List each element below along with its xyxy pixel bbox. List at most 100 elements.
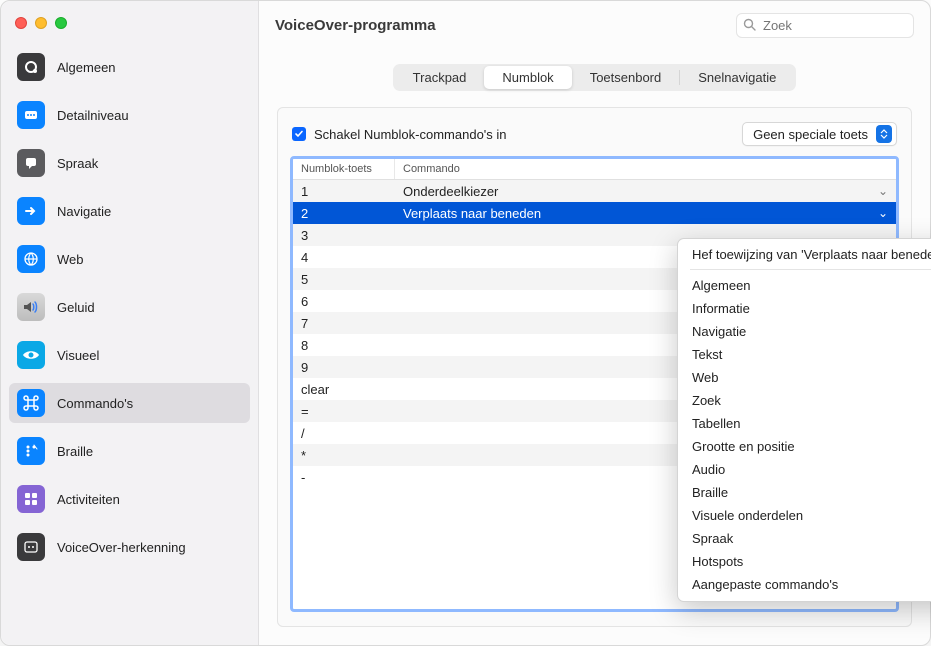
table-row[interactable]: 1 Onderdeelkiezer⌄ <box>293 180 896 202</box>
dropdown-item-informatie[interactable]: Informatie› <box>678 297 931 320</box>
dropdown-item-label: Spraak <box>692 531 733 546</box>
sidebar-item-label: Algemeen <box>57 60 116 75</box>
search-icon <box>743 18 756 31</box>
cell-key: * <box>293 448 395 463</box>
dropdown-item-grootte-positie[interactable]: Grootte en positie› <box>678 435 931 458</box>
navigation-icon <box>17 197 45 225</box>
tabs: Trackpad Numblok Toetsenbord Snelnavigat… <box>259 46 930 91</box>
dropdown-item-label: Hotspots <box>692 554 743 569</box>
visual-icon <box>17 341 45 369</box>
sound-icon <box>17 293 45 321</box>
dropdown-item-web[interactable]: Web› <box>678 366 931 389</box>
search-input[interactable] <box>736 13 914 38</box>
main-panel: VoiceOver-programma Trackpad Numblok Toe… <box>259 1 930 645</box>
tab-numblok[interactable]: Numblok <box>484 66 571 89</box>
zoom-window-button[interactable] <box>55 17 67 29</box>
modifier-value: Geen speciale toets <box>753 127 868 142</box>
sidebar-item-navigatie[interactable]: Navigatie <box>9 191 250 231</box>
detail-icon <box>17 101 45 129</box>
chevron-down-icon[interactable]: ⌄ <box>878 184 888 198</box>
window-controls <box>9 11 250 47</box>
select-arrows-icon <box>876 125 892 143</box>
dropdown-item-tabellen[interactable]: Tabellen› <box>678 412 931 435</box>
dropdown-item-label: Hef toewijzing van 'Verplaats naar bened… <box>692 247 931 262</box>
close-window-button[interactable] <box>15 17 27 29</box>
modifier-select[interactable]: Geen speciale toets <box>742 122 897 146</box>
sidebar-item-detailniveau[interactable]: Detailniveau <box>9 95 250 135</box>
sidebar-item-label: Geluid <box>57 300 95 315</box>
dropdown-item-spraak[interactable]: Spraak› <box>678 527 931 550</box>
sidebar-item-spraak[interactable]: Spraak <box>9 143 250 183</box>
sidebar-item-label: Navigatie <box>57 204 111 219</box>
tab-trackpad[interactable]: Trackpad <box>395 66 485 89</box>
dropdown-item-label: Informatie <box>692 301 750 316</box>
sidebar-item-label: Spraak <box>57 156 98 171</box>
general-icon <box>17 53 45 81</box>
page-title: VoiceOver-programma <box>275 17 436 34</box>
sidebar-item-voiceover-herkenning[interactable]: VoiceOver-herkenning <box>9 527 250 567</box>
dropdown-item-tekst[interactable]: Tekst› <box>678 343 931 366</box>
minimize-window-button[interactable] <box>35 17 47 29</box>
cell-key: clear <box>293 382 395 397</box>
sidebar-item-label: VoiceOver-herkenning <box>57 540 186 555</box>
cell-key: 5 <box>293 272 395 287</box>
command-dropdown-menu: Hef toewijzing van 'Verplaats naar bened… <box>677 238 931 602</box>
sidebar-item-web[interactable]: Web <box>9 239 250 279</box>
dropdown-unassign[interactable]: Hef toewijzing van 'Verplaats naar bened… <box>678 244 931 265</box>
chevron-down-icon[interactable]: ⌄ <box>878 206 888 220</box>
dropdown-item-label: Web <box>692 370 719 385</box>
dropdown-item-visuele-onderdelen[interactable]: Visuele onderdelen› <box>678 504 931 527</box>
sidebar-item-activiteiten[interactable]: Activiteiten <box>9 479 250 519</box>
cell-key: / <box>293 426 395 441</box>
sidebar-item-label: Activiteiten <box>57 492 120 507</box>
sidebar-item-commandos[interactable]: Commando's <box>9 383 250 423</box>
enable-numpad-label: Schakel Numblok-commando's in <box>314 127 507 142</box>
cell-key: = <box>293 404 395 419</box>
sidebar-item-visueel[interactable]: Visueel <box>9 335 250 375</box>
menu-separator <box>690 269 931 270</box>
dropdown-item-navigatie[interactable]: Navigatie› <box>678 320 931 343</box>
dropdown-item-label: Visuele onderdelen <box>692 508 803 523</box>
dropdown-item-label: Navigatie <box>692 324 746 339</box>
table-row[interactable]: 2 Verplaats naar beneden ⌄ <box>293 202 896 224</box>
col-command[interactable]: Commando <box>395 159 896 179</box>
sidebar-item-label: Detailniveau <box>57 108 129 123</box>
sidebar-item-label: Visueel <box>57 348 99 363</box>
dropdown-item-label: Grootte en positie <box>692 439 795 454</box>
tab-toetsenbord[interactable]: Toetsenbord <box>572 66 680 89</box>
cell-key: 1 <box>293 184 395 199</box>
table-header: Numblok-toets Commando <box>293 159 896 180</box>
sidebar-item-label: Braille <box>57 444 93 459</box>
header: VoiceOver-programma <box>259 1 930 46</box>
sidebar-item-geluid[interactable]: Geluid <box>9 287 250 327</box>
activities-icon <box>17 485 45 513</box>
dropdown-item-label: Aangepaste commando's <box>692 577 838 592</box>
dropdown-item-label: Algemeen <box>692 278 751 293</box>
dropdown-item-label: Braille <box>692 485 728 500</box>
dropdown-item-aangepaste-commandos[interactable]: Aangepaste commando's› <box>678 573 931 596</box>
search-field[interactable] <box>736 13 914 38</box>
tab-snelnavigatie[interactable]: Snelnavigatie <box>680 66 794 89</box>
sidebar-item-algemeen[interactable]: Algemeen <box>9 47 250 87</box>
voiceover-window: Algemeen Detailniveau Spraak Navigatie W… <box>0 0 931 646</box>
sidebar-item-label: Web <box>57 252 84 267</box>
cell-key: 3 <box>293 228 395 243</box>
dropdown-item-braille[interactable]: Braille› <box>678 481 931 504</box>
cell-key: 4 <box>293 250 395 265</box>
cell-key: 2 <box>293 206 395 221</box>
cell-key: 9 <box>293 360 395 375</box>
cell-key: - <box>293 470 395 485</box>
commands-icon <box>17 389 45 417</box>
col-key[interactable]: Numblok-toets <box>293 159 395 179</box>
dropdown-item-label: Tekst <box>692 347 722 362</box>
cell-key: 6 <box>293 294 395 309</box>
dropdown-item-algemeen[interactable]: Algemeen› <box>678 274 931 297</box>
dropdown-item-zoek[interactable]: Zoek› <box>678 389 931 412</box>
web-icon <box>17 245 45 273</box>
dropdown-item-hotspots[interactable]: Hotspots› <box>678 550 931 573</box>
cell-cmd: Verplaats naar beneden <box>403 206 541 221</box>
sidebar-item-braille[interactable]: Braille <box>9 431 250 471</box>
enable-numpad-checkbox[interactable]: Schakel Numblok-commando's in <box>292 127 507 142</box>
dropdown-item-label: Tabellen <box>692 416 740 431</box>
dropdown-item-audio[interactable]: Audio› <box>678 458 931 481</box>
